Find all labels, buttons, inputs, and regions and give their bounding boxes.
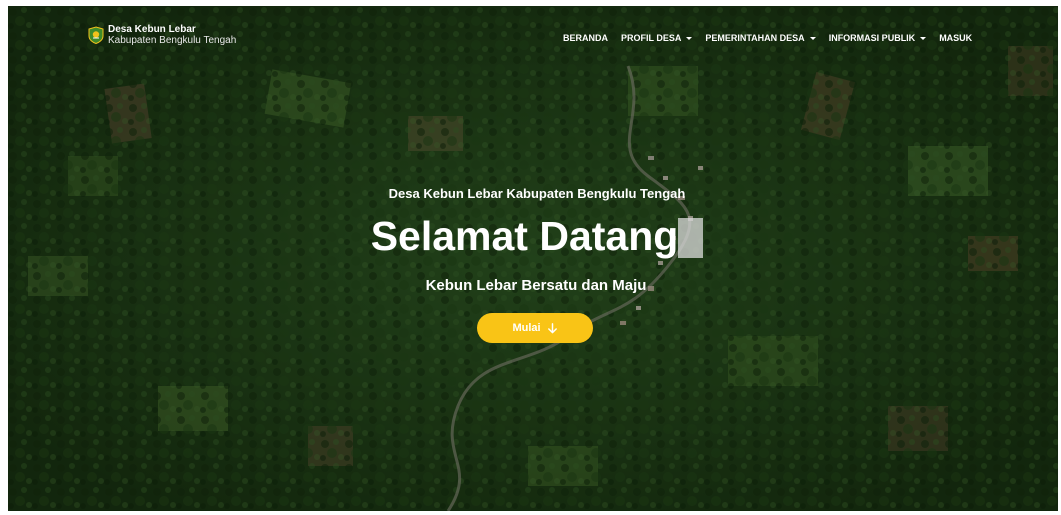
start-button[interactable]: Mulai	[477, 313, 593, 343]
start-button-label: Mulai	[512, 322, 541, 334]
hero-title: Selamat Datang	[370, 213, 679, 259]
arrow-down-icon	[547, 322, 557, 333]
typing-cursor	[678, 218, 704, 258]
hero-content: Desa Kebun Lebar Kabupaten Bengkulu Teng…	[8, 6, 1058, 511]
hero-title-row: Selamat Datang	[8, 210, 1058, 262]
hero-subheading: Desa Kebun Lebar Kabupaten Bengkulu Teng…	[388, 186, 686, 201]
hero-tagline: Kebun Lebar Bersatu dan Maju	[425, 277, 647, 294]
hero-section: Desa Kebun Lebar Kabupaten Bengkulu Teng…	[8, 6, 1058, 511]
